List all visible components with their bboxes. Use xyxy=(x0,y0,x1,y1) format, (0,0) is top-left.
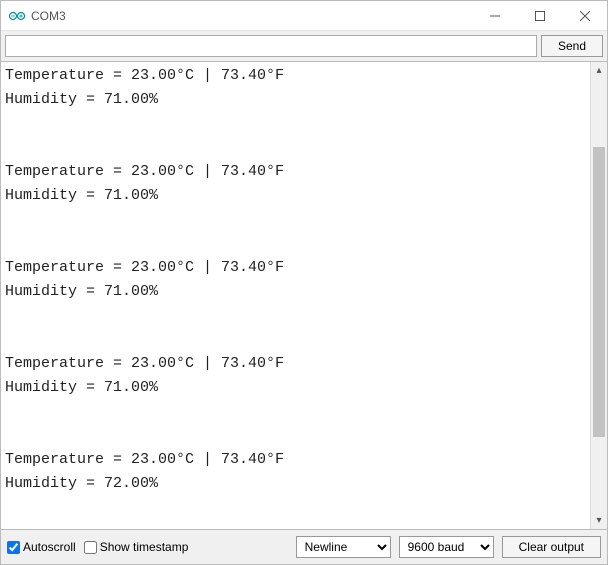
minimize-button[interactable] xyxy=(472,1,517,30)
arduino-icon xyxy=(9,8,25,24)
vertical-scrollbar[interactable]: ▴ ▾ xyxy=(590,62,607,529)
serial-input[interactable] xyxy=(5,35,537,57)
autoscroll-text: Autoscroll xyxy=(23,540,76,554)
baud-select[interactable]: 9600 baud xyxy=(399,536,494,558)
timestamp-text: Show timestamp xyxy=(100,540,189,554)
footer-bar: Autoscroll Show timestamp Newline 9600 b… xyxy=(1,530,607,564)
clear-output-button[interactable]: Clear output xyxy=(502,536,601,558)
maximize-button[interactable] xyxy=(517,1,562,30)
scroll-up-arrow[interactable]: ▴ xyxy=(591,62,607,79)
line-ending-select[interactable]: Newline xyxy=(296,536,391,558)
send-row: Send xyxy=(1,31,607,61)
autoscroll-checkbox[interactable] xyxy=(7,541,20,554)
autoscroll-checkbox-label[interactable]: Autoscroll xyxy=(7,540,76,554)
send-button[interactable]: Send xyxy=(541,35,603,57)
serial-console: Temperature = 23.00°C | 73.40°F Humidity… xyxy=(1,62,590,529)
window-title: COM3 xyxy=(31,9,472,23)
scroll-thumb[interactable] xyxy=(593,147,605,437)
timestamp-checkbox[interactable] xyxy=(84,541,97,554)
timestamp-checkbox-label[interactable]: Show timestamp xyxy=(84,540,189,554)
close-button[interactable] xyxy=(562,1,607,30)
scroll-down-arrow[interactable]: ▾ xyxy=(591,512,607,529)
titlebar: COM3 xyxy=(1,1,607,31)
